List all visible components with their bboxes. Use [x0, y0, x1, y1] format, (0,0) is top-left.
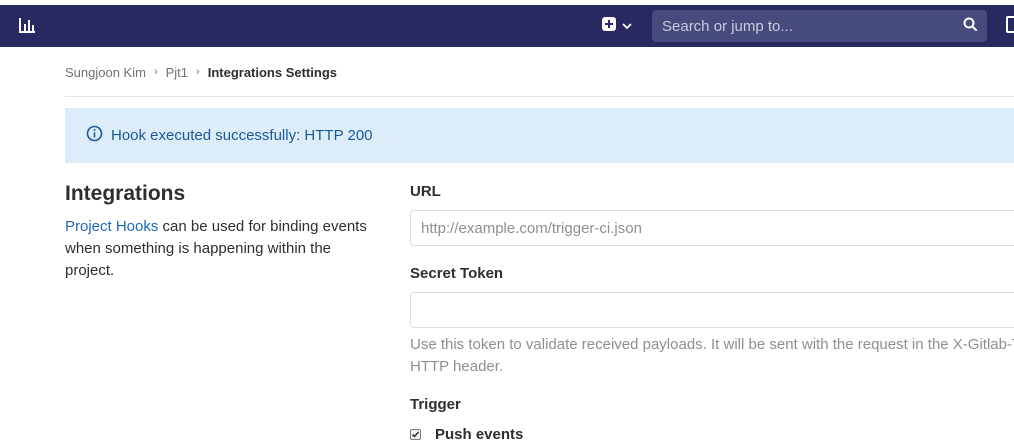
flash-alert: Hook executed successfully: HTTP 200: [65, 108, 1014, 163]
search-box[interactable]: [652, 10, 987, 42]
secret-token-input[interactable]: [410, 292, 1014, 328]
breadcrumb-current[interactable]: Integrations Settings: [208, 65, 337, 80]
integrations-intro: Integrations Project Hooks can be used f…: [65, 180, 375, 282]
chevron-right-icon: ›: [196, 66, 200, 78]
plus-square-icon: [602, 16, 616, 36]
trigger-label: Trigger: [410, 396, 461, 413]
secret-token-help: Use this token to validate received payl…: [410, 334, 1014, 378]
url-input[interactable]: [410, 210, 1014, 246]
search-input[interactable]: [662, 17, 963, 35]
chart-bars-icon[interactable]: [17, 16, 37, 36]
project-hooks-link[interactable]: Project Hooks: [65, 218, 158, 235]
top-navbar: [0, 5, 1014, 47]
breadcrumb-project[interactable]: Pjt1: [166, 65, 188, 80]
secret-token-label: Secret Token: [410, 265, 504, 282]
divider: [65, 96, 1014, 97]
page-title: Integrations: [65, 182, 186, 205]
secret-token-help-line2: HTTP header.: [410, 358, 504, 375]
info-circle-icon: [86, 125, 103, 147]
secret-token-help-line1: Use this token to validate received payl…: [410, 336, 1014, 353]
search-icon[interactable]: [963, 17, 977, 36]
chevron-right-icon: ›: [153, 66, 158, 78]
breadcrumb: Sungjoon Kim › Pjt1 › Integrations Setti…: [65, 63, 337, 81]
url-label: URL: [410, 183, 441, 200]
integrations-description: Project Hooks can be used for binding ev…: [65, 216, 375, 282]
chevron-down-icon: [622, 17, 632, 35]
issues-icon[interactable]: [1006, 16, 1014, 33]
breadcrumb-user[interactable]: Sungjoon Kim: [65, 65, 146, 80]
alert-message: Hook executed successfully: HTTP 200: [111, 127, 373, 144]
new-item-dropdown[interactable]: [602, 16, 632, 36]
